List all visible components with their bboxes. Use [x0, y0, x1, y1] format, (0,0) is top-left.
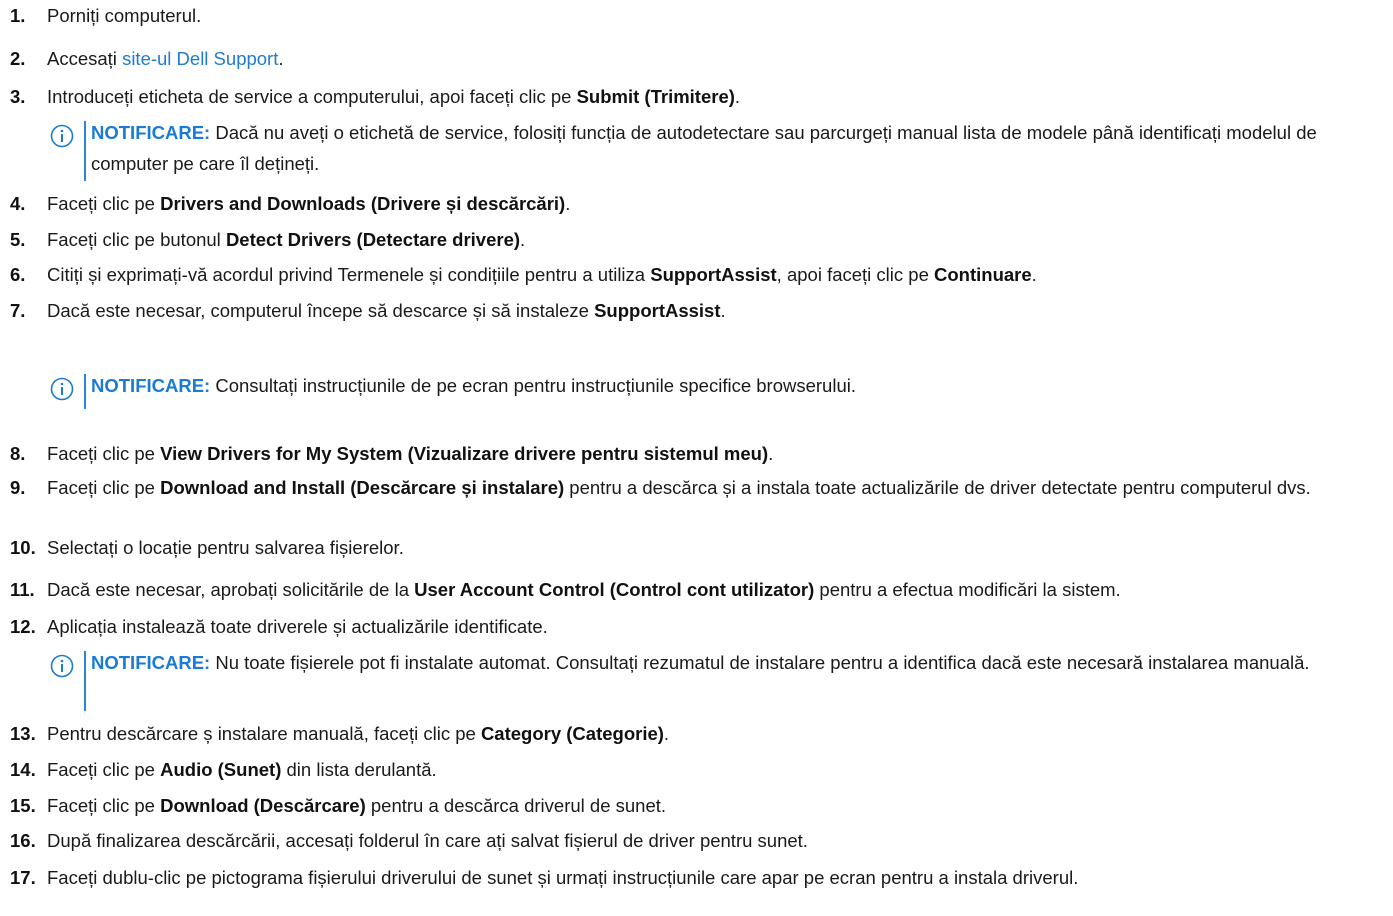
step-number: 10. [10, 537, 36, 558]
step-number: 17. [10, 867, 36, 888]
step-number: 2. [10, 48, 26, 69]
note-text: NOTIFICARE: Consultați instrucțiunile de… [91, 375, 856, 396]
step-text: Aplicația instalează toate driverele și … [47, 616, 548, 637]
step-text: Faceți clic pe Drivers and Downloads (Dr… [47, 193, 571, 214]
step-number: 5. [10, 229, 26, 250]
step-text: Accesați site-ul Dell Support. [47, 48, 284, 69]
step-text: Dacă este necesar, computerul începe să … [47, 300, 726, 321]
step-text: Porniți computerul. [47, 5, 202, 26]
step-text: Faceți clic pe View Drivers for My Syste… [47, 443, 774, 464]
step-number: 13. [10, 723, 36, 744]
step-text: Introduceți eticheta de service a comput… [47, 86, 741, 107]
step-text: Faceți clic pe Download (Descărcare) pen… [47, 795, 667, 816]
note-callout: NOTIFICARE: Nu toate fișierele pot fi in… [50, 647, 1387, 711]
step-text: Faceți clic pe Audio (Sunet) din lista d… [47, 759, 437, 780]
info-circle-icon [50, 654, 74, 678]
info-circle-icon [50, 377, 74, 401]
step-number: 1. [10, 5, 26, 26]
note-bar [84, 374, 86, 409]
step-number: 15. [10, 795, 36, 816]
note-text: NOTIFICARE: Dacă nu aveți o etichetă de … [91, 122, 1317, 174]
step-number: 4. [10, 193, 26, 214]
step-text: Citiți și exprimați-vă acordul privind T… [47, 264, 1037, 285]
note-bar [84, 121, 86, 181]
step-text: Dacă este necesar, aprobați solicitările… [47, 579, 1121, 600]
note-callout: NOTIFICARE: Dacă nu aveți o etichetă de … [50, 117, 1387, 181]
step-text: Faceți clic pe Download and Install (Des… [47, 477, 1311, 498]
step-text: Faceți clic pe butonul Detect Drivers (D… [47, 229, 526, 250]
step-number: 11. [10, 579, 35, 600]
step-number: 8. [10, 443, 26, 464]
note-bar [84, 651, 86, 711]
step-text: Pentru descărcare ș instalare manuală, f… [47, 723, 670, 744]
info-circle-icon [50, 124, 74, 148]
note-label: NOTIFICARE: [91, 375, 211, 396]
step-number: 3. [10, 86, 26, 107]
step-number: 6. [10, 264, 26, 285]
step-number: 7. [10, 300, 26, 321]
step-number: 14. [10, 759, 36, 780]
note-label: NOTIFICARE: [91, 122, 211, 143]
note-text: NOTIFICARE: Nu toate fișierele pot fi in… [91, 652, 1310, 673]
document: 1. Porniți computerul. 2. Accesați site-… [0, 0, 1393, 916]
step-text: Selectați o locație pentru salvarea fiși… [47, 537, 404, 558]
step-text: Faceți dublu-clic pe pictograma fișierul… [47, 867, 1079, 888]
step-number: 12. [10, 616, 36, 637]
step-number: 16. [10, 830, 36, 851]
dell-support-link[interactable]: site-ul Dell Support [122, 48, 278, 69]
note-callout: NOTIFICARE: Consultați instrucțiunile de… [50, 370, 1387, 409]
note-label: NOTIFICARE: [91, 652, 211, 673]
step-text: După finalizarea descărcării, accesați f… [47, 830, 808, 851]
step-number: 9. [10, 477, 26, 498]
